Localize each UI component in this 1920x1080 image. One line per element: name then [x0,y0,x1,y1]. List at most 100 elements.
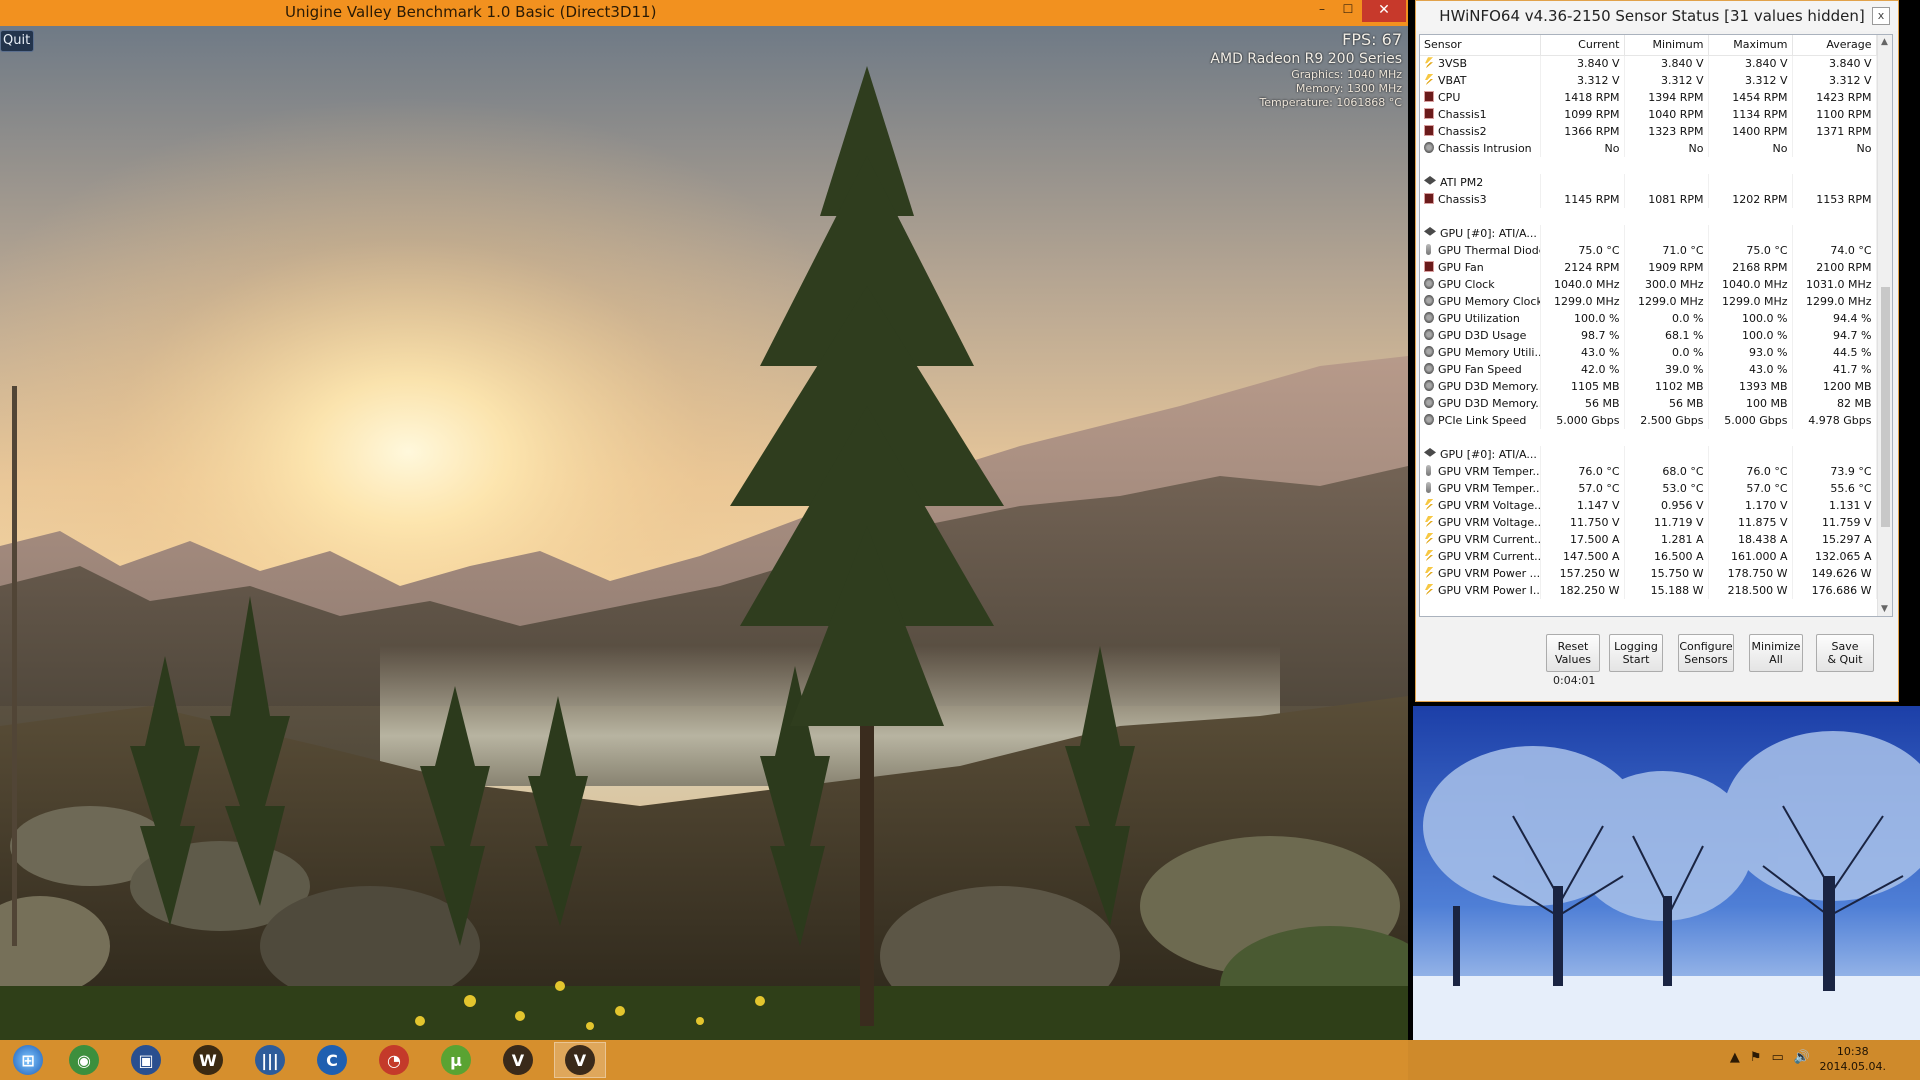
volume-icon[interactable]: 🔊 [1794,1050,1810,1065]
taskbar-app-button[interactable]: ◔ [368,1042,420,1078]
scroll-up-icon[interactable]: ▲ [1881,37,1888,47]
sensor-row[interactable]: GPU Memory Clock 1299.0 MHz 1299.0 MHz 1299… [1420,293,1877,310]
sensor-row[interactable]: GPU [#0]: ATI/A... [1420,446,1877,463]
sensor-minimum: 0.0 % [1624,310,1709,327]
sensor-row[interactable]: GPU D3D Memory... 56 MB 56 MB 100 MB 82 MB [1420,395,1877,412]
column-header-sensor[interactable]: Sensor [1420,35,1541,56]
sensor-row[interactable]: Chassis1 1099 RPM 1040 RPM 1134 RPM 1100 RPM [1420,106,1877,123]
taskbar-app-button[interactable]: ▣ [120,1042,172,1078]
sensor-row[interactable]: GPU D3D Memory... 1105 MB 1102 MB 1393 MB 12… [1420,378,1877,395]
taskbar-app-button[interactable]: µ [430,1042,482,1078]
sensor-maximum [1708,174,1793,191]
sensor-label: CPU [1438,91,1461,104]
column-header-average[interactable]: Average [1792,35,1877,56]
sensor-row[interactable]: GPU VRM Voltage... 11.750 V 11.719 V 11.875… [1420,514,1877,531]
sensor-table-header: Sensor Current Minimum Maximum Average [1420,35,1877,56]
sensor-row[interactable]: Chassis Intrusion No No No No [1420,140,1877,157]
sensor-row[interactable]: GPU VRM Temper... 76.0 °C 68.0 °C 76.0 °C 73… [1420,463,1877,480]
sensor-row[interactable]: Chassis2 1366 RPM 1323 RPM 1400 RPM 1371 RPM [1420,123,1877,140]
sensor-spacer-row [1420,429,1877,446]
sensor-label: GPU Thermal Diode [1438,244,1540,257]
sensor-minimum: 68.0 °C [1624,463,1709,480]
sensor-row[interactable]: GPU Fan 2124 RPM 1909 RPM 2168 RPM 2100 RPM [1420,259,1877,276]
show-hidden-icons-icon[interactable]: ▲ [1730,1050,1740,1065]
sensor-row[interactable]: CPU 1418 RPM 1394 RPM 1454 RPM 1423 RPM [1420,89,1877,106]
sensor-row[interactable]: GPU Memory Utili... 43.0 % 0.0 % 93.0 % 44.5… [1420,344,1877,361]
sensor-average: 82 MB [1792,395,1877,412]
button-line-1: Configure [1679,640,1733,653]
taskbar-app-button[interactable]: V [554,1042,606,1078]
sensor-scrollbar[interactable]: ▲ ▼ [1877,35,1892,616]
sensor-current: 5.000 Gbps [1540,412,1625,429]
column-header-minimum[interactable]: Minimum [1624,35,1709,56]
sensor-maximum: 43.0 % [1708,361,1793,378]
sensor-row[interactable]: GPU VRM Current... 17.500 A 1.281 A 18.438 … [1420,531,1877,548]
taskbar-app-button[interactable]: C [306,1042,358,1078]
sensor-maximum: 100.0 % [1708,327,1793,344]
winter-trees-wallpaper-image [1413,706,1920,1040]
network-icon[interactable]: ▭ [1772,1050,1784,1065]
save-quit-button[interactable]: Save & Quit [1816,634,1874,672]
sensor-row[interactable]: GPU VRM Temper... 57.0 °C 53.0 °C 57.0 °C 55… [1420,480,1877,497]
benchmark-scene [0,26,1408,1040]
sensor-minimum: 39.0 % [1624,361,1709,378]
sensor-current: 76.0 °C [1540,463,1625,480]
action-center-flag-icon[interactable]: ⚑ [1750,1050,1762,1065]
sensor-row[interactable]: GPU [#0]: ATI/A... [1420,225,1877,242]
button-line-2: Sensors [1684,653,1728,666]
sensor-row[interactable]: GPU VRM Current... 147.500 A 16.500 A 161.0… [1420,548,1877,565]
sensor-row[interactable]: GPU VRM Power I... 182.250 W 15.188 W 218.5… [1420,582,1877,599]
taskbar-app-button[interactable]: W [182,1042,234,1078]
sensor-row[interactable]: PCIe Link Speed 5.000 Gbps 2.500 Gbps 5.000… [1420,412,1877,429]
quit-button[interactable]: Quit [0,30,34,52]
sensor-row[interactable]: GPU Fan Speed 42.0 % 39.0 % 43.0 % 41.7 % [1420,361,1877,378]
configure-sensors-button[interactable]: Configure Sensors [1678,634,1734,672]
scroll-down-icon[interactable]: ▼ [1881,604,1888,614]
taskbar-app-button[interactable]: V [492,1042,544,1078]
sensor-label: VBAT [1438,74,1467,87]
sensor-row[interactable]: 3VSB 3.840 V 3.840 V 3.840 V 3.840 V [1420,55,1877,72]
sensor-table[interactable]: Sensor Current Minimum Maximum Average 3… [1419,34,1893,617]
start-button[interactable]: ⊞ [2,1042,54,1078]
sensor-name: GPU VRM Temper... [1420,480,1541,497]
taskbar-clock[interactable]: 10:38 2014.05.04. [1820,1044,1886,1074]
maximize-button[interactable]: ☐ [1338,0,1358,22]
sensor-name: GPU D3D Memory... [1420,378,1541,395]
sensor-row[interactable]: Chassis3 1145 RPM 1081 RPM 1202 RPM 1153 RPM [1420,191,1877,208]
memory-clock: Memory: 1300 MHz [1295,82,1402,95]
sensor-minimum: 56 MB [1624,395,1709,412]
valley-titlebar[interactable]: Unigine Valley Benchmark 1.0 Basic (Dire… [0,0,1408,26]
sensor-row[interactable]: VBAT 3.312 V 3.312 V 3.312 V 3.312 V [1420,72,1877,89]
hwinfo-titlebar[interactable]: HWiNFO64 v4.36-2150 Sensor Status [31 va… [1416,1,1898,31]
sensor-label: GPU D3D Memory... [1438,397,1540,410]
windows-start-icon: ⊞ [13,1045,43,1075]
sensor-row[interactable]: GPU VRM Power ... 157.250 W 15.750 W 178.75… [1420,565,1877,582]
sensor-row[interactable]: ATI PM2 [1420,174,1877,191]
taskbar-app-button[interactable]: ||| [244,1042,296,1078]
sensor-row[interactable]: GPU Clock 1040.0 MHz 300.0 MHz 1040.0 MHz 10… [1420,276,1877,293]
hwinfo-close-button[interactable]: x [1872,7,1890,25]
minimize-all-button[interactable]: Minimize All [1749,634,1803,672]
sensor-row[interactable]: GPU VRM Voltage... 1.147 V 0.956 V 1.170 V1… [1420,497,1877,514]
reset-values-button[interactable]: Reset Values [1546,634,1600,672]
close-button[interactable]: ✕ [1362,0,1406,22]
sensor-row[interactable]: GPU Utilization 100.0 % 0.0 % 100.0 % 94.4 % [1420,310,1877,327]
hwinfo-window[interactable]: HWiNFO64 v4.36-2150 Sensor Status [31 va… [1415,0,1899,702]
sensor-name: GPU Fan [1420,259,1541,276]
scroll-thumb[interactable] [1881,287,1890,527]
valley-window[interactable]: Unigine Valley Benchmark 1.0 Basic (Dire… [0,0,1408,1040]
taskbar-app-button[interactable]: ◉ [58,1042,110,1078]
sensor-label: GPU VRM Power ... [1438,567,1540,580]
sensor-current [1540,174,1625,191]
voltage-icon [1425,57,1434,69]
sensor-minimum: 1.281 A [1624,531,1709,548]
minimize-button[interactable]: – [1312,0,1332,22]
sensor-average: 176.686 W [1792,582,1877,599]
sensor-row[interactable]: GPU Thermal Diode 75.0 °C 71.0 °C 75.0 °C 74… [1420,242,1877,259]
sensor-current: 75.0 °C [1540,242,1625,259]
sensor-maximum: 218.500 W [1708,582,1793,599]
column-header-current[interactable]: Current [1540,35,1625,56]
sensor-row[interactable]: GPU D3D Usage 98.7 % 68.1 % 100.0 % 94.7 % [1420,327,1877,344]
column-header-maximum[interactable]: Maximum [1708,35,1793,56]
logging-start-button[interactable]: Logging Start [1609,634,1663,672]
